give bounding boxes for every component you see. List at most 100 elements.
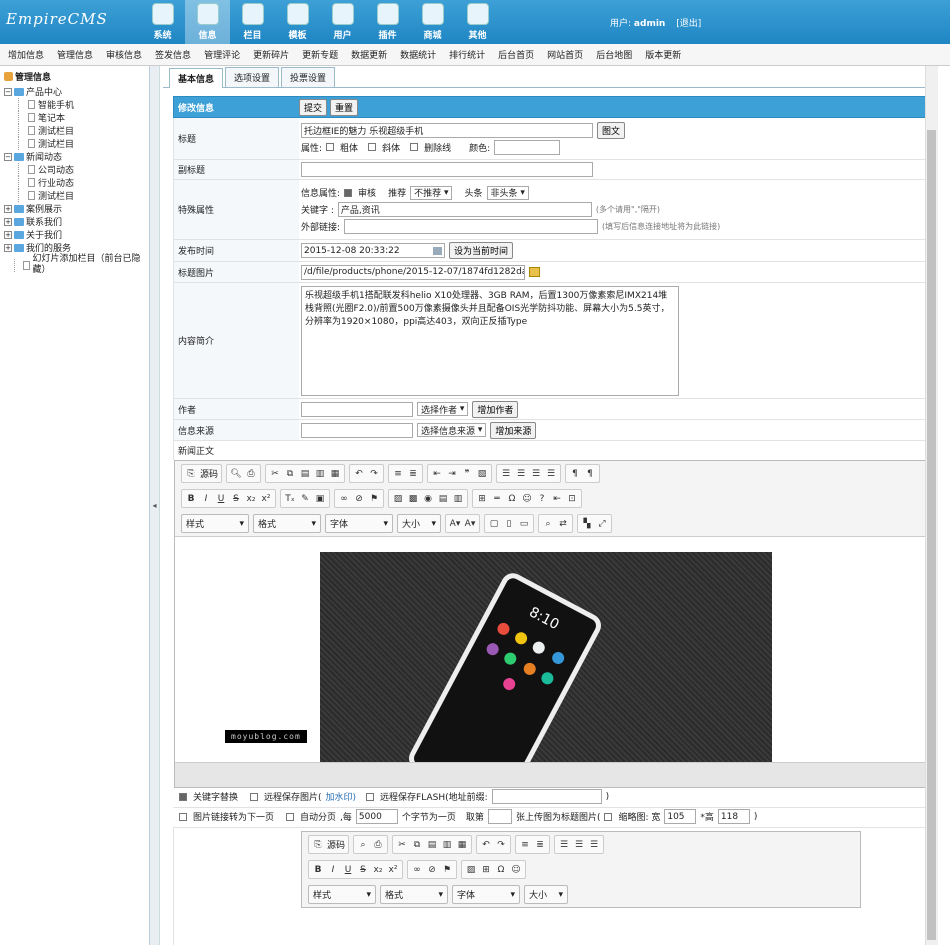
bold-checkbox[interactable] <box>326 143 335 151</box>
fullscreen-icon[interactable]: ⤢ <box>596 518 608 530</box>
tree-item[interactable]: 笔记本 <box>4 111 145 124</box>
pic-text-button[interactable]: 图文 <box>597 121 626 139</box>
keyword-input[interactable]: 产品,资讯 <box>337 202 592 217</box>
add-author-button[interactable]: 增加作者 <box>472 400 519 418</box>
underline2-icon[interactable]: U <box>342 864 354 876</box>
subtitle-input[interactable] <box>301 162 593 177</box>
redo2-icon[interactable]: ↷ <box>495 839 507 851</box>
tree-item[interactable]: 测试栏目 <box>4 124 145 137</box>
select-image-icon[interactable] <box>529 267 540 277</box>
pic-next-checkbox[interactable] <box>179 812 187 821</box>
tree-root[interactable]: 管理信息 <box>4 70 145 83</box>
select-all-icon[interactable]: ▚ <box>581 518 593 530</box>
page-size-input[interactable]: 5000 <box>355 809 398 824</box>
smiley2-icon[interactable]: ☺ <box>510 864 522 876</box>
thumb-width-input[interactable]: 105 <box>664 809 697 824</box>
tree-item[interactable]: 测试栏目 <box>4 137 145 150</box>
paste2-icon[interactable]: ▤ <box>426 839 438 851</box>
subnav-item[interactable]: 签发信息 <box>155 48 191 61</box>
strike-checkbox[interactable] <box>410 143 419 151</box>
print-icon[interactable]: ⎙ <box>245 468 257 480</box>
size-combo[interactable]: 大小 ▾ <box>397 514 441 533</box>
font2-combo[interactable]: 字体 ▾ <box>452 885 520 904</box>
preview-icon[interactable]: 🔍︎ <box>230 468 242 480</box>
smiley-icon[interactable]: ☺ <box>521 493 533 505</box>
paste-word-icon[interactable]: ▦ <box>329 468 341 480</box>
paste-icon[interactable]: ▤ <box>299 468 311 480</box>
subnav-item[interactable]: 数据更新 <box>351 48 387 61</box>
tree-item[interactable]: − 新闻动态 <box>4 150 145 163</box>
rtl-icon[interactable]: ¶ <box>584 468 596 480</box>
subnav-item[interactable]: 管理评论 <box>204 48 240 61</box>
recommend-select[interactable]: 不推荐 ▾ <box>410 185 453 200</box>
subnav-item[interactable]: 版本更新 <box>645 48 681 61</box>
remove-format-icon[interactable]: Tₓ <box>284 493 296 505</box>
undo-icon[interactable]: ↶ <box>353 468 365 480</box>
paste-word2-icon[interactable]: ▦ <box>456 839 468 851</box>
collapse-icon[interactable]: − <box>4 87 12 96</box>
size2-combo[interactable]: 大小 ▾ <box>524 885 568 904</box>
text-color-icon[interactable]: A▾ <box>449 518 461 530</box>
color-input[interactable] <box>494 139 561 155</box>
tree-item[interactable]: 测试栏目 <box>4 189 145 202</box>
tab-0[interactable]: 基本信息 <box>169 68 224 88</box>
page-scrollbar-thumb[interactable] <box>927 130 936 940</box>
nav-item-6[interactable]: 商城 <box>410 0 455 44</box>
find-icon[interactable]: ⌕ <box>542 518 554 530</box>
strike2-icon[interactable]: S <box>357 864 369 876</box>
editor-content[interactable]: 8:10 moyublog.com <box>175 536 937 762</box>
author-input[interactable] <box>301 401 413 417</box>
expand-icon[interactable]: + <box>4 230 12 239</box>
paste-text-icon[interactable]: ▥ <box>314 468 326 480</box>
set-now-button[interactable]: 设为当前时间 <box>449 242 514 259</box>
link-icon[interactable]: ∞ <box>338 493 350 505</box>
newpage-icon[interactable]: ▯ <box>503 518 515 530</box>
media-icon[interactable]: ◉ <box>422 493 434 505</box>
nav-item-2[interactable]: 栏目 <box>230 0 275 44</box>
expand-icon[interactable]: + <box>4 217 12 226</box>
align2-icon[interactable]: ☰ <box>558 839 570 851</box>
subnav-item[interactable]: 后台首页 <box>498 48 534 61</box>
auto-page-checkbox[interactable] <box>286 812 295 821</box>
thumb-height-input[interactable]: 118 <box>717 809 750 824</box>
replace-icon[interactable]: ⇄ <box>557 518 569 530</box>
align2c-icon[interactable]: ☰ <box>588 839 600 851</box>
list2-icon[interactable]: ≡ <box>519 839 531 851</box>
bullet-list-icon[interactable]: ≣ <box>407 468 419 480</box>
submit-button[interactable]: 提交 <box>299 98 328 116</box>
anchor-icon[interactable]: ⚑ <box>368 493 380 505</box>
italic2-icon[interactable]: I <box>327 864 339 876</box>
collapse-icon[interactable]: − <box>4 152 12 161</box>
calendar-icon[interactable] <box>433 246 442 255</box>
numbered-list-icon[interactable]: ≡ <box>392 468 404 480</box>
logout-link[interactable]: [退出] <box>676 19 701 29</box>
unlink2-icon[interactable]: ⊘ <box>426 864 438 876</box>
font-combo[interactable]: 字体 ▾ <box>325 514 393 533</box>
nav-item-3[interactable]: 模板 <box>275 0 320 44</box>
tree-item[interactable]: 公司动态 <box>4 163 145 176</box>
title-input[interactable]: 托边框IE的魅力 乐视超级手机 <box>301 122 593 138</box>
remote-save-checkbox[interactable] <box>250 792 259 801</box>
source2-icon[interactable]: ⎘ <box>312 839 324 851</box>
style2-combo[interactable]: 样式 ▾ <box>308 885 376 904</box>
keyword-replace-checkbox[interactable] <box>179 792 187 801</box>
ltr-icon[interactable]: ¶ <box>569 468 581 480</box>
tree-item[interactable]: − 产品中心 <box>4 85 145 98</box>
nav-item-4[interactable]: 用户 <box>320 0 365 44</box>
reset-button[interactable]: 重置 <box>330 98 359 116</box>
copy-format-icon[interactable]: ✎ <box>299 493 311 505</box>
subnav-item[interactable]: 更新碎片 <box>253 48 289 61</box>
image-icon[interactable]: ▨ <box>392 493 404 505</box>
nav-item-1[interactable]: 信息 <box>185 0 230 44</box>
tab-1[interactable]: 选项设置 <box>225 67 280 87</box>
paste-text2-icon[interactable]: ▥ <box>441 839 453 851</box>
subnav-item[interactable]: 更新专题 <box>302 48 338 61</box>
tree-item[interactable]: + 我们的服务 <box>4 241 145 254</box>
source2-button[interactable]: 源码 <box>327 838 345 851</box>
superscript-icon[interactable]: x² <box>260 493 272 505</box>
editor-resize-bar[interactable] <box>175 762 937 787</box>
file-icon[interactable]: ▤ <box>437 493 449 505</box>
titlepic-input[interactable]: /d/file/products/phone/2015-12-07/1874fd… <box>301 264 525 280</box>
sidebar-collapse-handle[interactable]: ◂ <box>150 66 160 945</box>
remote-flash-checkbox[interactable] <box>366 792 375 801</box>
